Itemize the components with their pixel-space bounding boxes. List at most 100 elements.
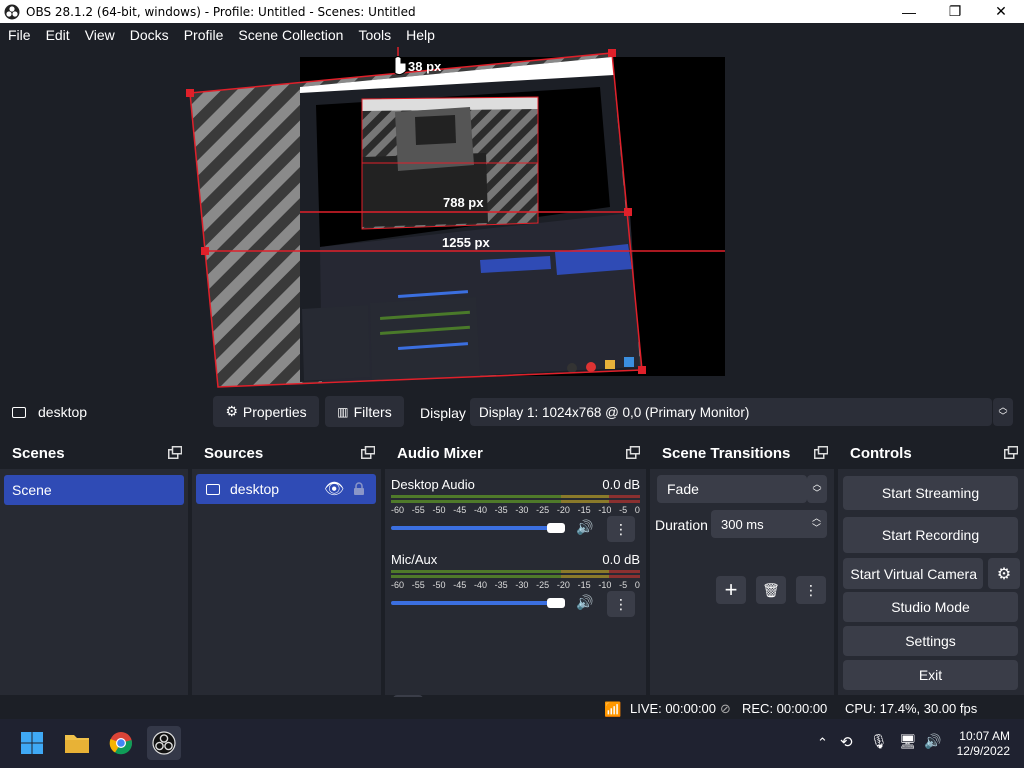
rec-timer: REC: 00:00:00 <box>742 701 828 716</box>
desktop-audio-volume-handle[interactable] <box>547 523 565 533</box>
menu-file[interactable]: File <box>8 27 31 43</box>
studio-mode-button[interactable]: Studio Mode <box>843 592 1018 622</box>
scene-transitions-title: Scene Transitions <box>662 444 791 462</box>
scale-tick: -15 <box>577 580 591 590</box>
rec-icon: ⊘ <box>720 701 731 716</box>
chrome-button[interactable] <box>104 726 138 760</box>
scale-tick: 0 <box>634 505 640 515</box>
undock-icon[interactable] <box>1004 446 1018 459</box>
clock[interactable]: 10:07 AM 12/9/2022 <box>957 729 1010 759</box>
close-button[interactable]: ✕ <box>978 0 1024 23</box>
scale-tick: -40 <box>473 505 487 515</box>
desktop-audio-volume-slider[interactable] <box>391 526 551 530</box>
undock-icon[interactable] <box>626 446 640 459</box>
virtual-camera-settings-button[interactable]: ⚙ <box>988 558 1020 589</box>
lock-icon[interactable] <box>353 482 365 496</box>
source-item[interactable]: desktop 👁 <box>196 474 376 504</box>
folder-icon <box>65 735 89 753</box>
selected-source-name: desktop <box>38 404 88 420</box>
mic-aux-name: Mic/Aux <box>391 552 438 567</box>
sources-dock: Sources desktop 👁 + 🗑 ⚙ ⌃ ⋮ <box>192 437 381 720</box>
undock-icon[interactable] <box>814 446 828 459</box>
preview-canvas[interactable]: 38 px 788 px 1255 px <box>0 47 1024 390</box>
properties-label: Properties <box>242 403 307 420</box>
scale-tick: -20 <box>556 505 570 515</box>
clock-date: 12/9/2022 <box>956 744 1010 758</box>
scale-tick: -10 <box>598 505 612 515</box>
start-streaming-button[interactable]: Start Streaming <box>843 476 1018 510</box>
speaker-icon[interactable]: 🔊 <box>576 594 593 611</box>
more-vertical-icon: ⋮ <box>804 581 818 598</box>
start-recording-button[interactable]: Start Recording <box>843 517 1018 553</box>
undock-icon[interactable] <box>361 446 375 459</box>
maximize-button[interactable]: ❐ <box>932 0 978 23</box>
menu-docks[interactable]: Docks <box>130 27 169 43</box>
settings-button[interactable]: Settings <box>843 626 1018 656</box>
obs-logo-icon <box>4 4 20 19</box>
gear-icon: ⚙ <box>996 565 1012 583</box>
live-timer: LIVE: 00:00:00 <box>630 701 717 716</box>
speaker-icon[interactable]: 🔊 <box>576 519 593 536</box>
scale-tick: -30 <box>515 505 529 515</box>
scene-item[interactable]: Scene <box>4 475 184 505</box>
filters-label: Filters <box>353 403 392 420</box>
scale-tick: -55 <box>411 505 425 515</box>
add-transition-button[interactable]: + <box>716 576 746 604</box>
outer-capture <box>190 53 642 387</box>
scale-tick: 0 <box>634 580 640 590</box>
sources-title: Sources <box>204 444 264 462</box>
display-label: Display <box>420 405 466 421</box>
file-explorer-button[interactable] <box>60 726 94 760</box>
monitor-icon <box>12 406 26 418</box>
menu-help[interactable]: Help <box>406 27 435 43</box>
scale-tick: -25 <box>536 580 550 590</box>
transition-select[interactable]: Fade <box>657 475 807 503</box>
transition-menu-button[interactable]: ⋮ <box>796 576 826 604</box>
mic-aux-db: 0.0 dB <box>602 552 640 567</box>
mic-aux-volume-slider[interactable] <box>391 601 551 605</box>
desktop-audio-menu-button[interactable]: ⋮ <box>607 516 635 542</box>
remove-transition-button[interactable]: 🗑 <box>756 576 786 604</box>
exit-button[interactable]: Exit <box>843 660 1018 690</box>
microphone-icon[interactable]: 🎙 <box>870 733 888 750</box>
trash-icon: 🗑 <box>762 581 780 598</box>
duration-input[interactable]: 300 ms ︿ ﹀ <box>711 510 827 538</box>
display-select-arrows[interactable]: ︿ ﹀ <box>993 398 1013 426</box>
chevron-up-icon[interactable]: ⌃ <box>817 735 828 751</box>
minimize-button[interactable]: — <box>886 0 932 23</box>
desktop-audio-db: 0.0 dB <box>602 477 640 492</box>
desktop-audio-meter <box>391 495 640 503</box>
display-select[interactable]: Display 1: 1024x768 @ 0,0 (Primary Monit… <box>470 398 992 426</box>
duration-stepper[interactable]: ︿ ﹀ <box>812 513 821 533</box>
menu-profile[interactable]: Profile <box>184 27 224 43</box>
plus-icon: + <box>724 577 738 602</box>
eye-icon[interactable]: 👁 <box>324 479 344 499</box>
scale-tick: -25 <box>536 505 550 515</box>
start-virtual-camera-button[interactable]: Start Virtual Camera <box>843 558 983 589</box>
scale-tick: -5 <box>619 580 628 590</box>
scale-tick: -20 <box>556 580 570 590</box>
undock-icon[interactable] <box>168 446 182 459</box>
transition-select-arrows[interactable]: ︿ ﹀ <box>807 475 827 503</box>
properties-button[interactable]: ⚙ Properties <box>213 396 319 427</box>
chrome-icon <box>109 732 133 755</box>
monitor-icon <box>206 483 220 495</box>
mic-aux-menu-button[interactable]: ⋮ <box>607 591 635 617</box>
display-icon[interactable]: 🖥 <box>899 733 917 750</box>
menu-view[interactable]: View <box>85 27 115 43</box>
audio-mixer-title: Audio Mixer <box>397 444 483 462</box>
menu-tools[interactable]: Tools <box>358 27 391 43</box>
audio-mixer-dock: Audio Mixer Desktop Audio 0.0 dB -60 -55… <box>385 437 646 723</box>
scale-tick: -50 <box>432 580 446 590</box>
volume-icon[interactable]: 🔊 <box>924 733 941 750</box>
scale-tick: -35 <box>494 580 508 590</box>
sync-icon[interactable]: ⟲ <box>840 733 853 751</box>
start-button[interactable] <box>15 726 49 760</box>
scale-tick: -50 <box>432 505 446 515</box>
mic-aux-volume-handle[interactable] <box>547 598 565 608</box>
menu-edit[interactable]: Edit <box>46 27 70 43</box>
filters-button[interactable]: ▥ Filters <box>325 396 404 427</box>
obs-taskbar-button[interactable] <box>147 726 181 760</box>
menu-scene-collection[interactable]: Scene Collection <box>238 27 343 43</box>
menu-bar: File Edit View Docks Profile Scene Colle… <box>0 23 1024 47</box>
